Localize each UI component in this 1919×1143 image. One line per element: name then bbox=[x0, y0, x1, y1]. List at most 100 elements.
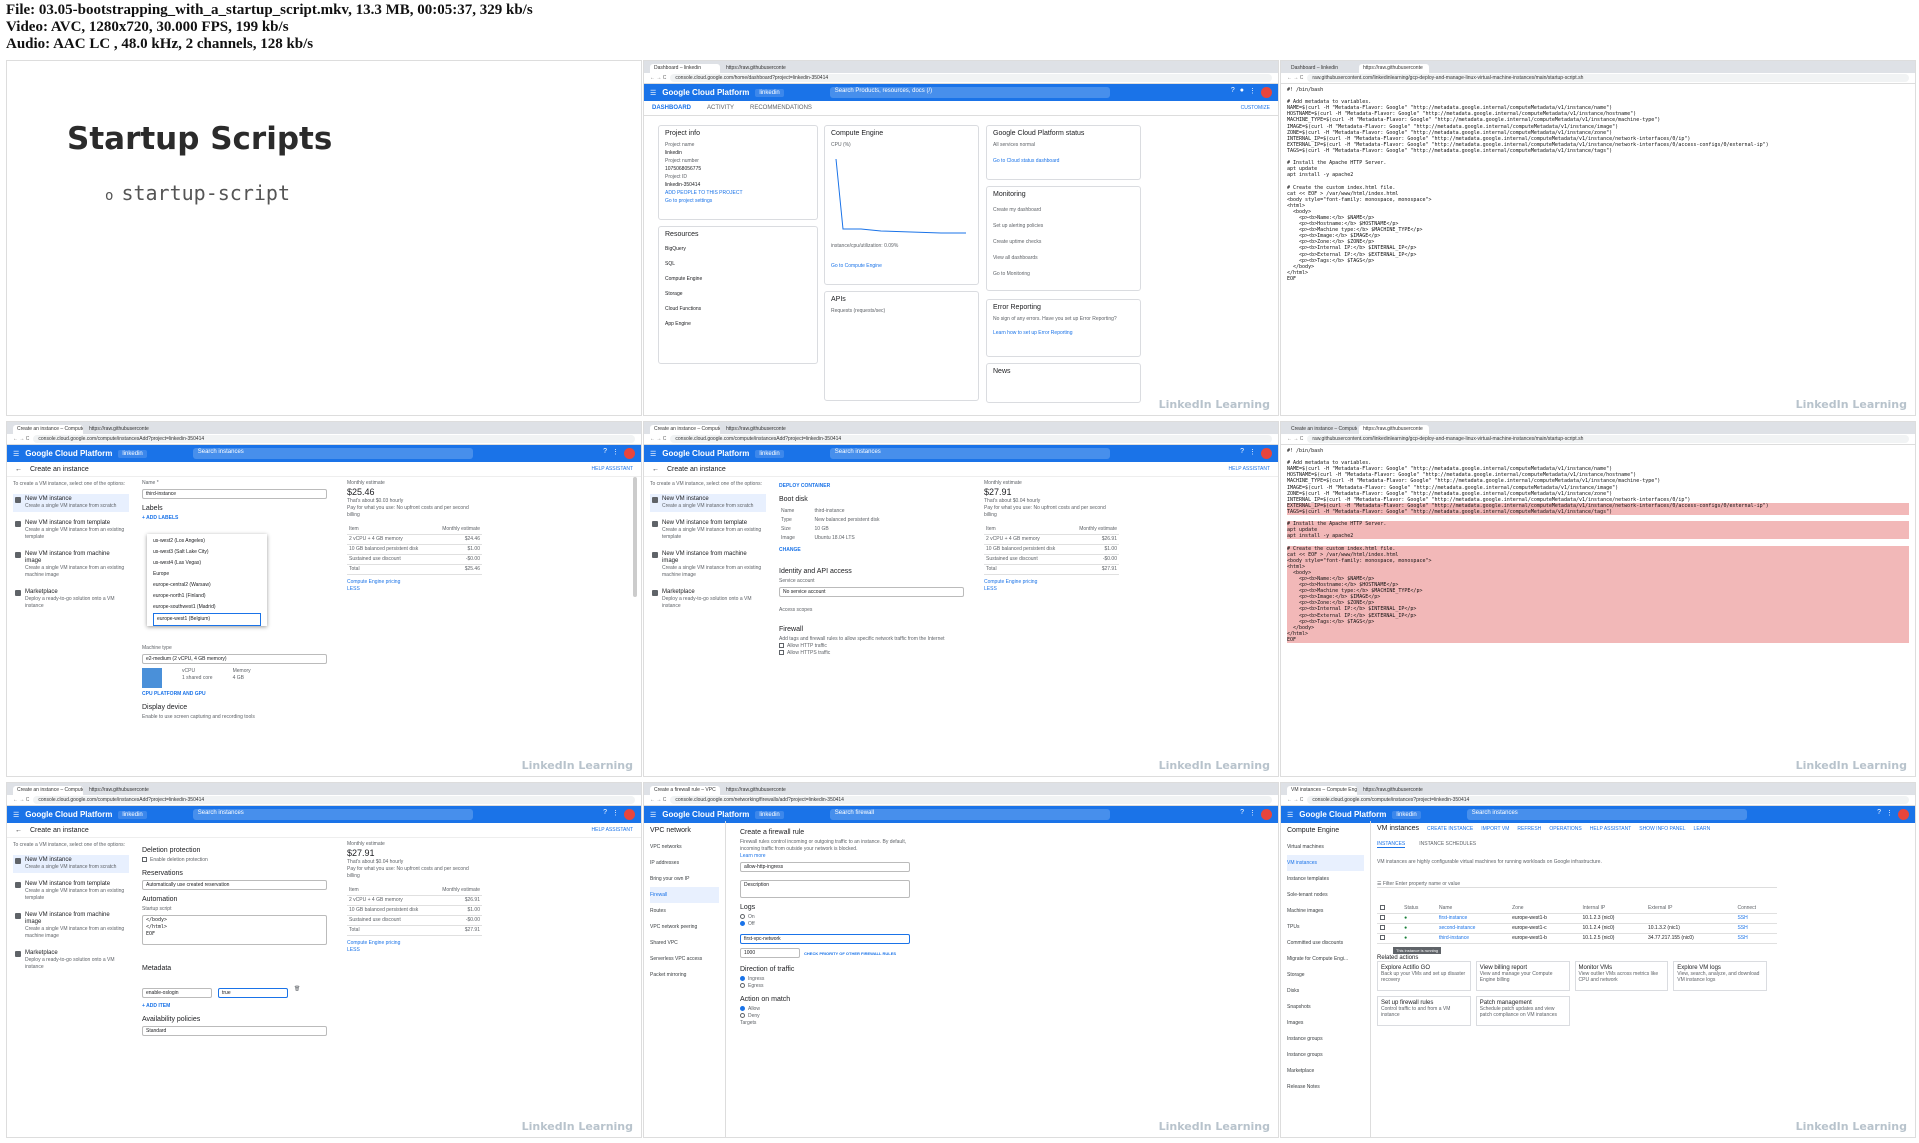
tab-recommendations[interactable]: RECOMMENDATIONS bbox=[750, 105, 812, 111]
resource-item[interactable]: BigQuery bbox=[665, 242, 811, 257]
option-new-vm[interactable]: New VM instance Create a single VM instan… bbox=[13, 494, 129, 512]
logs-on-radio[interactable]: On bbox=[740, 914, 910, 921]
info-panel-button[interactable]: SHOW INFO PANEL bbox=[1639, 826, 1685, 832]
browser-tab[interactable]: Create a firewall rule – VPC bbox=[650, 786, 720, 795]
change-boot-disk-button[interactable]: CHANGE bbox=[779, 547, 964, 554]
search-input[interactable]: Search instances bbox=[192, 448, 473, 459]
allow-https-checkbox[interactable]: Allow HTTPS traffic bbox=[779, 650, 964, 657]
nav-item-active[interactable]: VM instances bbox=[1287, 855, 1364, 871]
deletion-checkbox[interactable]: Enable deletion protection bbox=[142, 857, 327, 864]
menu-icon[interactable]: ☰ bbox=[1287, 811, 1293, 819]
help-icon[interactable]: ? bbox=[1240, 448, 1244, 459]
tab-dashboard[interactable]: DASHBOARD bbox=[652, 105, 691, 111]
nav-item[interactable]: Routes bbox=[650, 903, 719, 919]
nav-item[interactable]: Images bbox=[1287, 1015, 1364, 1031]
url-field[interactable]: console.cloud.google.com/networking/fire… bbox=[670, 796, 1272, 804]
tab-schedules[interactable]: INSTANCE SCHEDULES bbox=[1419, 841, 1476, 848]
region-option[interactable]: europe-central2 (Warsaw) bbox=[153, 580, 261, 591]
avatar[interactable] bbox=[624, 448, 635, 459]
menu-icon[interactable]: ☰ bbox=[13, 811, 19, 819]
back-arrow-icon[interactable]: ← bbox=[652, 466, 659, 473]
avatar[interactable] bbox=[1261, 448, 1272, 459]
compute-engine-link[interactable]: Go to Compute Engine bbox=[831, 262, 972, 270]
menu-icon[interactable]: ☰ bbox=[650, 811, 656, 819]
gcp-logo[interactable]: Google Cloud Platform bbox=[662, 449, 749, 458]
menu-icon[interactable]: ☰ bbox=[13, 450, 19, 458]
option-from-machine-image[interactable]: New VM instance from machine image Create… bbox=[13, 549, 129, 581]
metadata-key-field[interactable]: enable-oslogin bbox=[142, 988, 212, 998]
allow-radio[interactable]: Allow bbox=[740, 1006, 910, 1013]
row-checkbox[interactable] bbox=[1377, 933, 1402, 944]
region-option[interactable]: europe-southwest1 (Madrid) bbox=[153, 602, 261, 613]
gcp-logo[interactable]: Google Cloud Platform bbox=[25, 449, 112, 458]
gcp-logo[interactable]: Google Cloud Platform bbox=[662, 88, 749, 97]
url-field[interactable]: console.cloud.google.com/compute/instanc… bbox=[33, 796, 635, 804]
browser-tab[interactable]: Dashboard – linkedin bbox=[650, 64, 720, 73]
resource-item[interactable]: App Engine bbox=[665, 317, 811, 332]
help-assistant-button[interactable]: HELP ASSISTANT bbox=[1590, 826, 1632, 832]
browser-tab[interactable]: https://raw.githubuserconte bbox=[85, 425, 155, 434]
browser-tab[interactable]: https://raw.githubuserconte bbox=[85, 786, 155, 795]
nav-item-active[interactable]: Firewall bbox=[650, 887, 719, 903]
search-input[interactable]: Search Products, resources, docs (/) bbox=[829, 87, 1110, 98]
option-marketplace[interactable]: Marketplace Deploy a ready-to-go solution… bbox=[13, 948, 129, 973]
region-dropdown[interactable]: us-west2 (Los Angeles) us-west3 (Salt La… bbox=[147, 534, 267, 626]
browser-tab[interactable]: https://raw.githubuserconte bbox=[1359, 425, 1429, 434]
monitoring-item[interactable]: View all dashboards bbox=[993, 250, 1134, 266]
url-field[interactable]: console.cloud.google.com/compute/instanc… bbox=[1307, 796, 1909, 804]
avatar[interactable] bbox=[624, 809, 635, 820]
nav-arrows-icon[interactable]: ← → C bbox=[1287, 75, 1303, 81]
nav-item[interactable]: Release Notes bbox=[1287, 1079, 1364, 1095]
monitoring-item[interactable]: Create my dashboard bbox=[993, 202, 1134, 218]
add-item-button[interactable]: + ADD ITEM bbox=[142, 1003, 327, 1010]
option-new-vm[interactable]: New VM instance Create a single VM instan… bbox=[13, 855, 129, 873]
nav-item[interactable]: Shared VPC bbox=[650, 935, 719, 951]
ssh-button[interactable]: SSH bbox=[1734, 913, 1777, 924]
nav-item[interactable]: Sole-tenant nodes bbox=[1287, 887, 1364, 903]
nav-item[interactable]: Disks bbox=[1287, 983, 1364, 999]
project-settings-link[interactable]: Go to project settings bbox=[665, 197, 811, 205]
logs-off-radio[interactable]: Off bbox=[740, 921, 910, 928]
description-field[interactable]: Description bbox=[740, 880, 910, 898]
search-input[interactable]: Search instances bbox=[192, 809, 473, 820]
error-link[interactable]: Learn how to set up Error Reporting bbox=[993, 329, 1134, 337]
browser-tab[interactable]: Create an instance – Compute bbox=[1287, 425, 1357, 434]
nav-arrows-icon[interactable]: ← → C bbox=[1287, 436, 1303, 442]
less-toggle[interactable]: LESS bbox=[347, 586, 482, 593]
menu-icon[interactable]: ☰ bbox=[650, 89, 656, 97]
check-priority-button[interactable]: CHECK PRIORITY OF OTHER FIREWALL RULES bbox=[804, 950, 896, 957]
status-link[interactable]: Go to Cloud status dashboard bbox=[993, 157, 1134, 165]
nav-item[interactable]: Instance groups bbox=[1287, 1047, 1364, 1063]
ingress-radio[interactable]: Ingress bbox=[740, 976, 910, 983]
browser-tab[interactable]: Create an instance – Compute bbox=[650, 425, 720, 434]
deny-radio[interactable]: Deny bbox=[740, 1013, 910, 1020]
search-input[interactable]: Search firewall bbox=[829, 809, 1110, 820]
provisioning-select[interactable]: Standard bbox=[142, 1026, 327, 1036]
url-field[interactable]: console.cloud.google.com/compute/instanc… bbox=[670, 435, 1272, 443]
region-option[interactable]: us-west3 (Salt Lake City) bbox=[153, 547, 261, 558]
operations-button[interactable]: OPERATIONS bbox=[1549, 826, 1581, 832]
instance-name-link[interactable]: first-instance bbox=[1435, 913, 1510, 924]
resource-item[interactable]: Cloud Functions bbox=[665, 302, 811, 317]
less-toggle[interactable]: LESS bbox=[347, 947, 482, 954]
metadata-value-field[interactable]: true bbox=[218, 988, 288, 998]
learn-more-link[interactable]: Learn more bbox=[740, 853, 910, 860]
help-icon[interactable]: ? bbox=[603, 448, 607, 459]
create-instance-button[interactable]: CREATE INSTANCE bbox=[1427, 826, 1473, 832]
table-row[interactable]: ● first-instance europe-west1-b 10.1.2.3 (n… bbox=[1377, 913, 1777, 924]
back-arrow-icon[interactable]: ← bbox=[15, 827, 22, 834]
nav-arrows-icon[interactable]: ← → C bbox=[650, 75, 666, 81]
priority-field[interactable]: 1000 bbox=[740, 948, 800, 958]
nav-item[interactable]: Snapshots bbox=[1287, 999, 1364, 1015]
col-header[interactable]: Name bbox=[1435, 903, 1510, 914]
less-toggle[interactable]: LESS bbox=[984, 586, 1119, 593]
notifications-icon[interactable]: ● bbox=[1240, 87, 1244, 98]
refresh-button[interactable]: REFRESH bbox=[1517, 826, 1541, 832]
menu-icon[interactable]: ☰ bbox=[650, 450, 656, 458]
help-icon[interactable]: ? bbox=[1877, 809, 1881, 820]
nav-item[interactable]: Packet mirroring bbox=[650, 967, 719, 983]
region-option[interactable]: us-west4 (Las Vegas) bbox=[153, 558, 261, 569]
row-checkbox[interactable] bbox=[1377, 923, 1402, 934]
filter-field[interactable]: ☰ Filter Enter property name or value bbox=[1377, 881, 1777, 888]
project-selector[interactable]: linkedin bbox=[755, 449, 784, 458]
